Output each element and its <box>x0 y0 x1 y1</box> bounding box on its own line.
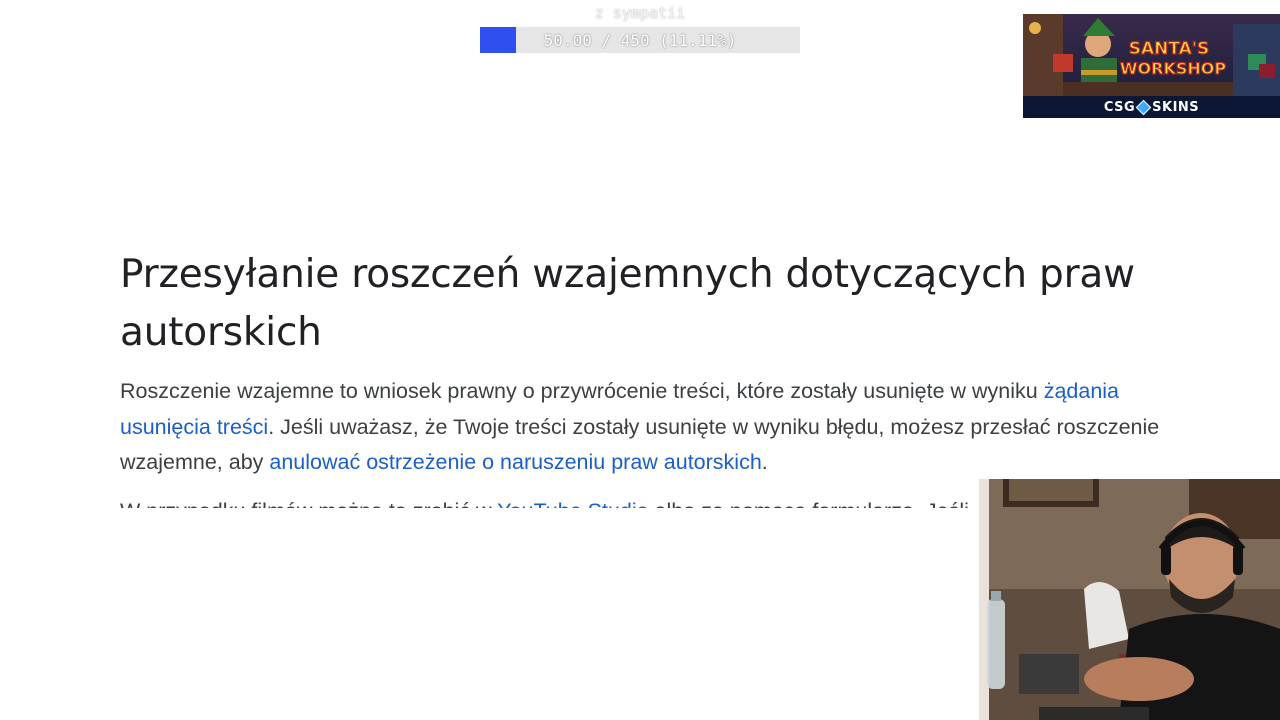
sponsor-brand-left: CSG <box>1103 99 1136 115</box>
page-title: Przesyłanie roszczeń wzajemnych dotycząc… <box>120 252 1135 355</box>
truncated-paragraph-text: W przypadku filmów można to zrobić w You… <box>120 500 969 508</box>
webcam-image <box>979 479 1280 720</box>
intro-text-1: Roszczenie wzajemne to wniosek prawny o … <box>120 379 1044 403</box>
goal-label: z sympatii <box>594 4 686 22</box>
sponsor-brand-right: SKINS <box>1152 99 1200 115</box>
intro-paragraph: Roszczenie wzajemne to wniosek prawny o … <box>120 374 1180 481</box>
truncated-text-1: W przypadku filmów można to zrobić w <box>120 500 497 508</box>
webcam-feed <box>979 479 1280 720</box>
truncated-paragraph: W przypadku filmów można to zrobić w You… <box>120 500 980 508</box>
goal-progress-bar: 50.00 / 450 (11.11%) <box>480 27 800 53</box>
intro-text-3: . <box>761 450 768 474</box>
santas-workshop-artwork: SANTA'S WORKSHOP <box>1023 14 1280 96</box>
sponsor-title-line1: SANTA'S <box>1129 39 1210 59</box>
sponsor-brand: CSG SKINS <box>1023 96 1280 118</box>
youtube-studio-link[interactable]: YouTube Studio <box>497 500 648 508</box>
gem-icon <box>1135 99 1152 115</box>
goal-progress-text: 50.00 / 450 (11.11%) <box>543 30 737 50</box>
resolve-copyright-strike-link[interactable]: anulować ostrzeżenie o naruszeniu praw a… <box>269 450 761 474</box>
truncated-text-2: albo za pomocą formularza. Jeśli <box>649 500 969 508</box>
sponsor-title-line2: WORKSHOP <box>1120 59 1226 78</box>
sponsor-banner[interactable]: SANTA'S WORKSHOP CSG SKINS <box>1023 14 1280 118</box>
